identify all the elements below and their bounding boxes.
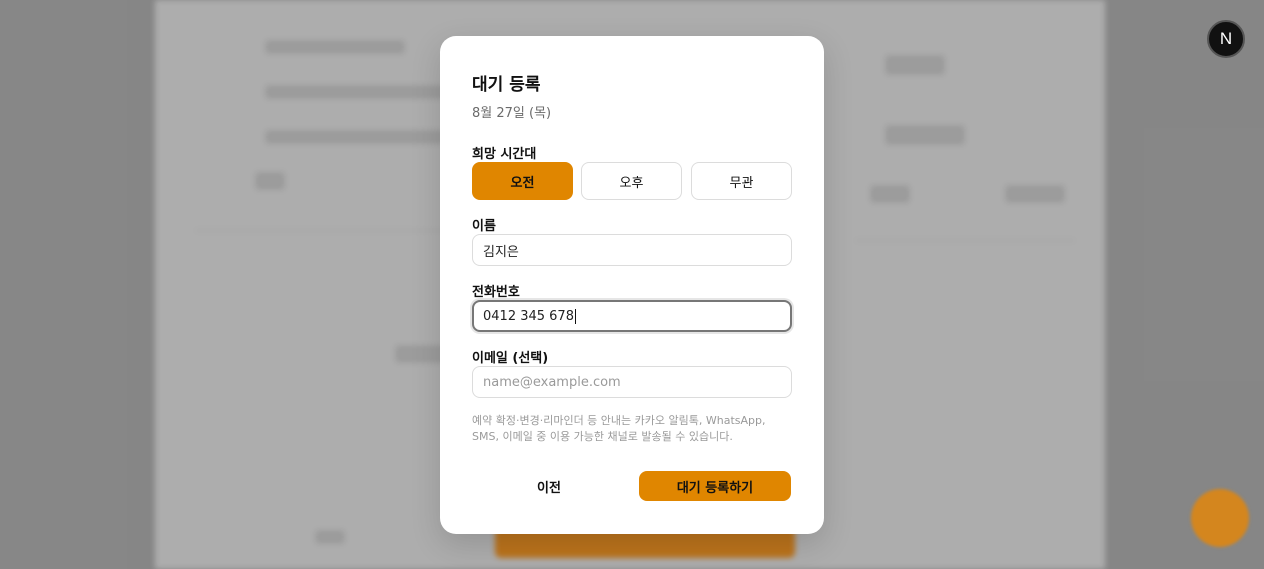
text-caret: [574, 308, 576, 324]
time-option-afternoon[interactable]: 오후: [581, 162, 682, 200]
phone-input[interactable]: 0412 345 678: [472, 300, 792, 332]
nextjs-logo-icon: N: [1219, 29, 1233, 48]
time-option-any[interactable]: 무관: [691, 162, 792, 200]
nextjs-dev-badge[interactable]: N: [1207, 20, 1245, 58]
notice-text: 예약 확정·변경·리마인더 등 안내는 카카오 알림톡, WhatsApp, S…: [472, 414, 766, 443]
submit-waitlist-button[interactable]: 대기 등록하기: [639, 471, 791, 501]
email-label: 이메일 (선택): [472, 351, 549, 366]
name-value: 김지은: [483, 244, 519, 260]
phone-label: 전화번호: [472, 285, 520, 300]
modal-date: 8월 27일 (목): [472, 106, 552, 121]
email-input[interactable]: name@example.com: [472, 366, 792, 398]
phone-value: 0412 345 678: [483, 308, 574, 324]
time-label: 희망 시간대: [472, 147, 537, 162]
waitlist-modal: 대기 등록 8월 27일 (목) 희망 시간대 오전 오후 무관 이름 김지은 …: [440, 36, 824, 534]
name-input[interactable]: 김지은: [472, 234, 792, 266]
floating-action-button[interactable]: [1191, 489, 1249, 547]
name-label: 이름: [472, 219, 496, 234]
time-option-morning[interactable]: 오전: [472, 162, 573, 200]
modal-title: 대기 등록: [472, 75, 541, 95]
prev-button[interactable]: 이전: [472, 471, 626, 501]
email-placeholder: name@example.com: [483, 374, 621, 390]
